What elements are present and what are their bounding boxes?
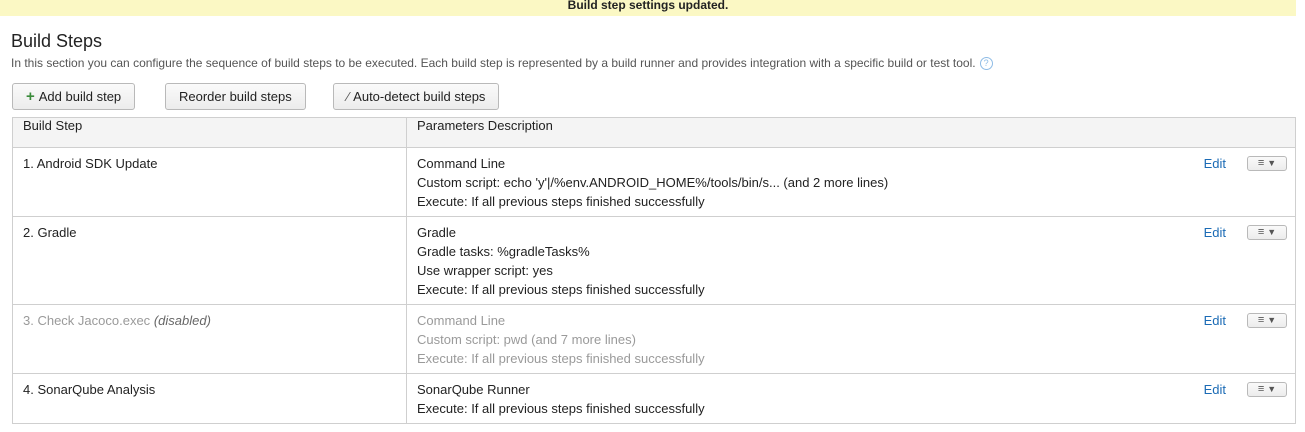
edit-link[interactable]: Edit xyxy=(1204,311,1226,330)
status-banner: Build step settings updated. xyxy=(0,0,1296,16)
param-line: Execute: If all previous steps finished … xyxy=(417,282,705,297)
build-steps-table: Build Step Parameters Description 1. And… xyxy=(12,117,1296,424)
add-build-step-button[interactable]: + Add build step xyxy=(12,83,136,110)
step-parameters: SonarQube Runner Execute: If all previou… xyxy=(406,373,1296,424)
page-description: In this section you can configure the se… xyxy=(11,56,993,70)
chevron-down-icon: ▼ xyxy=(1267,227,1277,237)
reorder-build-steps-label: Reorder build steps xyxy=(179,89,292,104)
header-build-step: Build Step xyxy=(12,117,407,148)
magic-wand-icon: ⁄ xyxy=(347,89,350,104)
plus-icon: + xyxy=(26,88,35,105)
auto-detect-build-steps-label: Auto-detect build steps xyxy=(353,89,486,104)
step-parameters: Command Line Custom script: echo 'y'|/%e… xyxy=(406,147,1296,217)
param-line: Gradle xyxy=(417,225,457,240)
row-actions-menu-button[interactable]: ≡ ▼ xyxy=(1247,313,1287,328)
param-line: Execute: If all previous steps finished … xyxy=(417,194,705,209)
list-icon: ≡ xyxy=(1257,157,1265,169)
chevron-down-icon: ▼ xyxy=(1267,384,1277,394)
table-row-disabled: 3. Check Jacoco.exec (disabled) Command … xyxy=(12,304,1296,374)
row-actions-menu-button[interactable]: ≡ ▼ xyxy=(1247,156,1287,171)
chevron-down-icon: ▼ xyxy=(1267,158,1277,168)
param-line: Execute: If all previous steps finished … xyxy=(417,401,705,416)
step-name: 2. Gradle xyxy=(12,216,407,305)
row-actions-menu-button[interactable]: ≡ ▼ xyxy=(1247,225,1287,240)
chevron-down-icon: ▼ xyxy=(1267,315,1277,325)
description-text: In this section you can configure the se… xyxy=(11,56,976,70)
edit-link[interactable]: Edit xyxy=(1204,223,1226,242)
edit-link[interactable]: Edit xyxy=(1204,380,1226,399)
param-line: Command Line xyxy=(417,156,506,171)
step-parameters: Command Line Custom script: pwd (and 7 m… xyxy=(406,304,1296,374)
list-icon: ≡ xyxy=(1257,226,1265,238)
param-line: Use wrapper script: yes xyxy=(417,263,553,278)
table-header-row: Build Step Parameters Description xyxy=(12,117,1296,148)
table-row: 2. Gradle Gradle Gradle tasks: %gradleTa… xyxy=(12,216,1296,305)
param-line: Execute: If all previous steps finished … xyxy=(417,351,705,366)
table-row: 1. Android SDK Update Command Line Custo… xyxy=(12,147,1296,217)
step-name: 3. Check Jacoco.exec (disabled) xyxy=(12,304,407,374)
add-build-step-label: Add build step xyxy=(38,89,122,104)
list-icon: ≡ xyxy=(1257,383,1265,395)
row-actions-menu-button[interactable]: ≡ ▼ xyxy=(1247,382,1287,397)
header-parameters-description: Parameters Description xyxy=(406,117,1296,148)
step-name-text: 3. Check Jacoco.exec xyxy=(23,313,151,328)
edit-link[interactable]: Edit xyxy=(1204,154,1226,173)
auto-detect-build-steps-button[interactable]: ⁄ Auto-detect build steps xyxy=(333,83,500,110)
disabled-tag: (disabled) xyxy=(153,313,211,328)
param-line: Gradle tasks: %gradleTasks% xyxy=(417,244,590,259)
step-parameters: Gradle Gradle tasks: %gradleTasks% Use w… xyxy=(406,216,1296,305)
param-line: Custom script: pwd (and 7 more lines) xyxy=(417,332,636,347)
reorder-build-steps-button[interactable]: Reorder build steps xyxy=(165,83,306,110)
param-line: SonarQube Runner xyxy=(417,382,530,397)
param-line: Command Line xyxy=(417,313,506,328)
param-line: Custom script: echo 'y'|/%env.ANDROID_HO… xyxy=(417,175,889,190)
page-title: Build Steps xyxy=(11,31,103,51)
list-icon: ≡ xyxy=(1257,314,1265,326)
step-name: 4. SonarQube Analysis xyxy=(12,373,407,424)
table-row: 4. SonarQube Analysis SonarQube Runner E… xyxy=(12,373,1296,424)
help-icon[interactable]: ? xyxy=(979,57,993,70)
step-name: 1. Android SDK Update xyxy=(12,147,407,217)
